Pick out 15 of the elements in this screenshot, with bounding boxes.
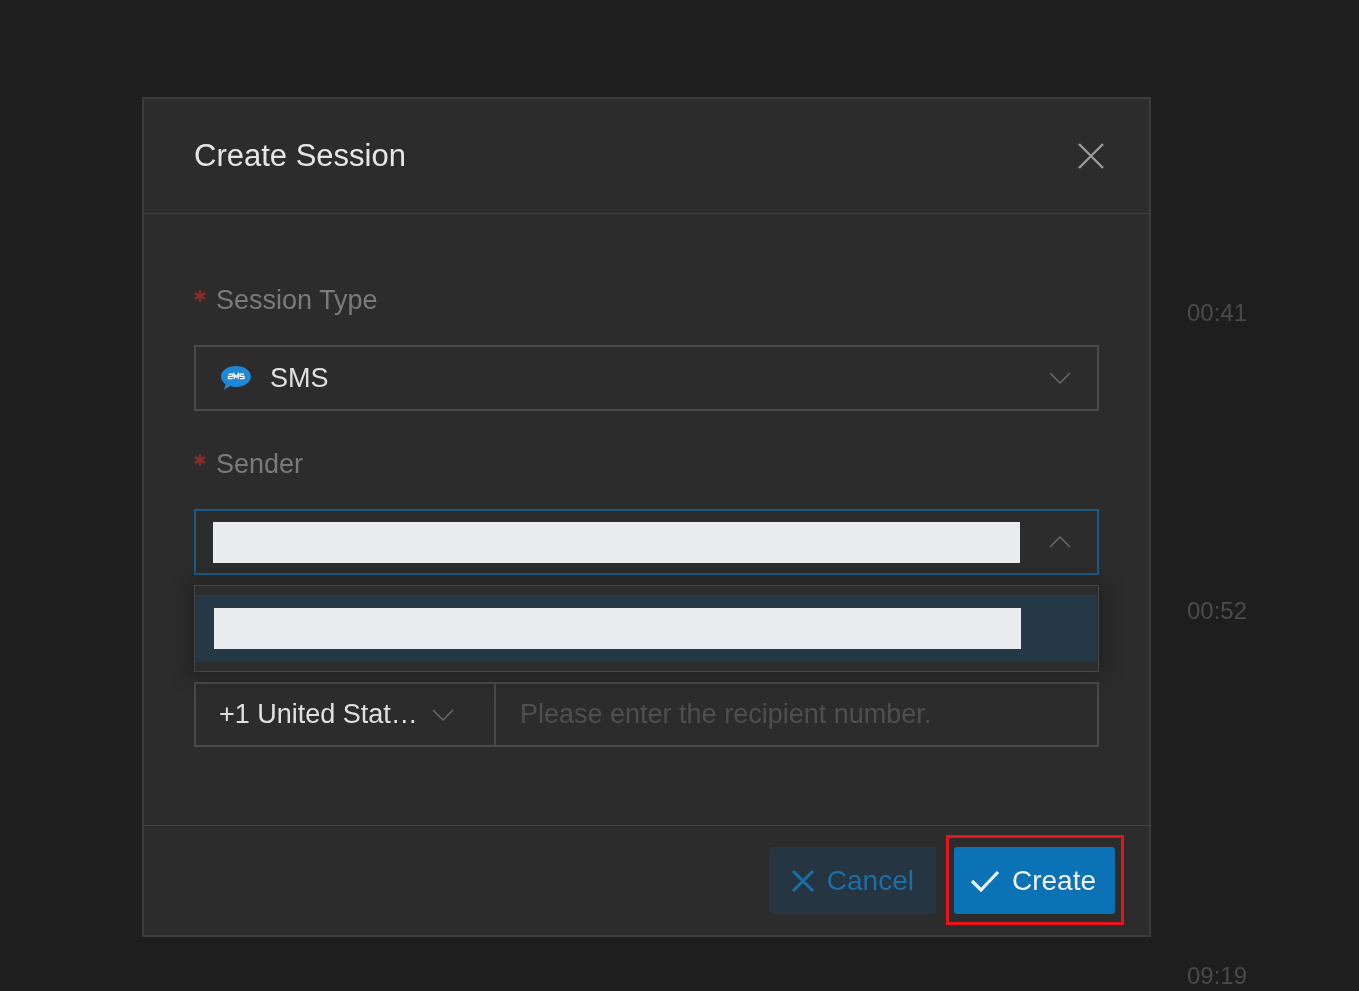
country-select[interactable]: +1 United Stat…: [194, 682, 496, 747]
select-value: SMS: [270, 362, 329, 394]
dropdown-option[interactable]: [196, 595, 1097, 662]
field-label: Session Type: [216, 284, 378, 316]
select-field[interactable]: SMS: [194, 345, 1099, 411]
check-icon: [969, 869, 1000, 892]
select-field[interactable]: [194, 509, 1099, 575]
close-button[interactable]: [1078, 143, 1104, 169]
chevron-down-icon: [431, 708, 454, 721]
dialog-title: Create Session: [194, 138, 406, 174]
field-label: Sender: [216, 448, 304, 480]
close-icon: [1078, 143, 1104, 169]
x-icon: [790, 868, 815, 893]
create-button[interactable]: Create: [953, 847, 1115, 914]
chat-bubble-icon: [220, 365, 252, 391]
